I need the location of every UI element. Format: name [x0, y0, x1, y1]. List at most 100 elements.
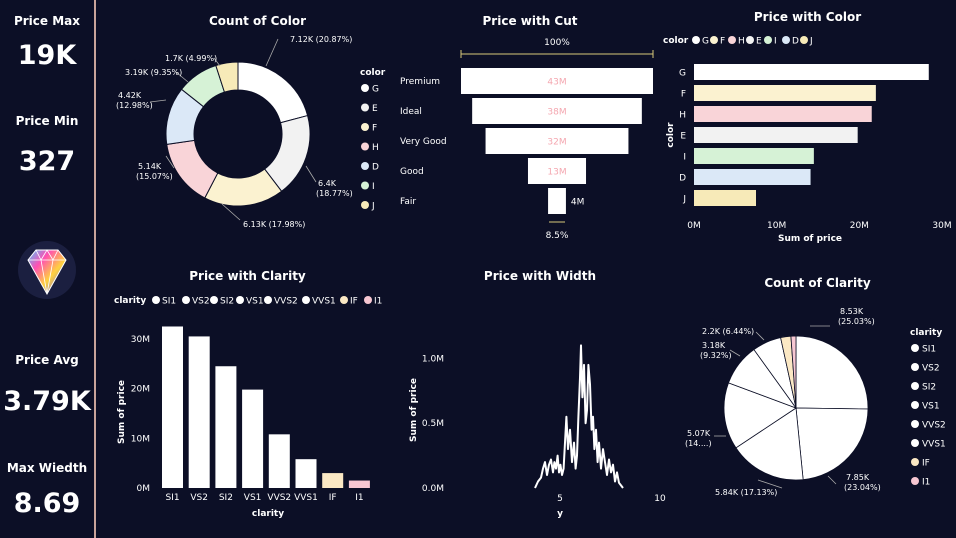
diamond-logo-icon	[18, 241, 76, 299]
funnel-category-label: Premium	[400, 77, 440, 87]
vbar-if	[322, 473, 344, 488]
hbar-category-label: H	[679, 111, 686, 121]
legend-label-g: G	[702, 37, 709, 47]
funnel-value-label: 43M	[547, 78, 566, 88]
funnel-bottom-percent: 8.5%	[546, 231, 569, 241]
legend-marker-f	[710, 36, 718, 44]
hbar-category-label: E	[680, 132, 686, 142]
pie-data-label-value: 3.18K	[702, 341, 726, 350]
legend-label-vs2: VS2	[922, 364, 940, 374]
vbar-si1	[162, 326, 183, 488]
legend-label-if: IF	[922, 459, 930, 469]
hbar-category-label: D	[679, 174, 686, 184]
line-y-axis-label: Sum of price	[409, 378, 419, 442]
legend-label-e: E	[756, 37, 762, 47]
price-max-value: 19K	[17, 40, 77, 71]
price-width-series-line	[534, 344, 624, 489]
hbar-g	[694, 64, 929, 80]
vbar-vvs2	[268, 434, 290, 488]
vbar-y-tick: 0M	[137, 484, 151, 494]
legend-marker-si2	[210, 296, 218, 304]
hbar-x-tick: 20M	[850, 221, 869, 231]
price-color-legend-title: color	[663, 36, 689, 46]
hbar-category-label: F	[681, 90, 686, 100]
price-clarity-legend-title: clarity	[114, 296, 146, 306]
legend-marker-vvs1	[911, 439, 919, 447]
vbar-vvs1	[295, 459, 317, 488]
hbar-j	[694, 190, 756, 206]
vbar-x-axis-label: clarity	[252, 509, 284, 519]
line-x-axis-label: y	[557, 509, 563, 519]
legend-label-h: H	[738, 37, 745, 47]
vbar-category-label: IF	[329, 493, 337, 503]
vbar-y-tick: 20M	[131, 385, 150, 395]
hbar-d	[694, 169, 811, 185]
donut-leader-line	[305, 165, 317, 183]
funnel-value-label: 38M	[547, 108, 566, 118]
funnel-category-label: Ideal	[400, 107, 422, 117]
legend-marker-e	[746, 36, 754, 44]
hbar-category-label: G	[679, 69, 686, 79]
price-width-title: Price with Width	[483, 269, 597, 283]
pie-data-label: 2.2K (6.44%)	[702, 327, 754, 336]
funnel-top-percent: 100%	[544, 38, 570, 48]
funnel-bar-fair	[548, 188, 566, 214]
line-y-tick: 1.0M	[422, 354, 444, 364]
price-width-line-chart: 0.0M0.5M1.0M5 10ySum of price	[409, 344, 666, 519]
legend-marker-si2	[911, 382, 919, 390]
price-clarity-bar-chart: clarity SI1 VS2 SI2 VS1 VVS2 VVS1 IF I1SI1 VS2 SI2…	[114, 296, 382, 519]
pie-leader-line	[755, 331, 765, 341]
funnel-category-label: Good	[400, 167, 424, 177]
line-x-tick: 5	[557, 494, 563, 504]
funnel-value-label: 13M	[547, 168, 566, 178]
legend-marker-vvs2	[911, 420, 919, 428]
legend-marker-vs2	[182, 296, 190, 304]
legend-marker-i1	[364, 296, 372, 304]
vbar-category-label: SI1	[165, 493, 179, 503]
legend-marker-if	[340, 296, 348, 304]
funnel-category-label: Very Good	[400, 137, 447, 147]
legend-marker-i	[764, 36, 772, 44]
legend-label-h: H	[372, 143, 379, 153]
legend-marker-g	[692, 36, 700, 44]
legend-marker-vvs2	[264, 296, 272, 304]
hbar-y-axis-label: color	[666, 122, 676, 148]
vbar-y-axis-label: Sum of price	[117, 380, 127, 444]
legend-label-f: F	[372, 124, 377, 134]
legend-marker-f	[361, 123, 369, 131]
legend-marker-d	[782, 36, 790, 44]
price-min-value: 327	[18, 146, 76, 177]
legend-label-i1: I1	[374, 297, 382, 307]
vbar-si2	[215, 366, 237, 488]
price-color-title: Price with Color	[753, 10, 862, 24]
line-y-tick: 0.0M	[422, 484, 444, 494]
legend-marker-vs2	[911, 363, 919, 371]
vbar-vs1	[242, 389, 264, 488]
donut-slice-g	[237, 61, 309, 124]
vbar-category-label: VS1	[244, 493, 262, 503]
donut-data-label: 3.19K (9.35%)	[125, 68, 182, 77]
count-clarity-title: Count of Clarity	[764, 276, 871, 290]
donut-data-label-pct: (12.98%)	[116, 101, 153, 110]
legend-label-vvs1: VVS1	[922, 440, 946, 450]
legend-label-g: G	[372, 85, 379, 95]
price-color-bar-chart: color G F H E I D JGFHEIDJ0M 10M 20M 30MSum of pri…	[663, 36, 952, 244]
price-min-label: Price Min	[15, 114, 79, 128]
legend-marker-si1	[911, 344, 919, 352]
funnel-value-label: 4M	[571, 198, 585, 208]
hbar-category-label: J	[682, 195, 686, 205]
legend-label-i: I	[774, 37, 777, 47]
legend-label-vs2: VS2	[192, 297, 210, 307]
pie-data-label-pct: (9.32%)	[700, 351, 732, 360]
vbar-vs2	[188, 336, 210, 488]
donut-data-label-value: 6.4K	[318, 179, 337, 188]
hbar-h	[694, 106, 872, 122]
count-color-donut: 7.12K (20.87%) 6.4K(18.77%) 6.13K (17.98%)…	[116, 36, 353, 229]
funnel-value-label: 32M	[547, 138, 566, 148]
donut-data-label-value: 5.14K	[138, 162, 162, 171]
hbar-i	[694, 148, 814, 164]
price-clarity-title: Price with Clarity	[189, 269, 306, 283]
count-clarity-legend-title: clarity	[910, 328, 943, 338]
count-color-legend-title: color	[360, 68, 386, 78]
pie-leader-line	[827, 475, 837, 485]
